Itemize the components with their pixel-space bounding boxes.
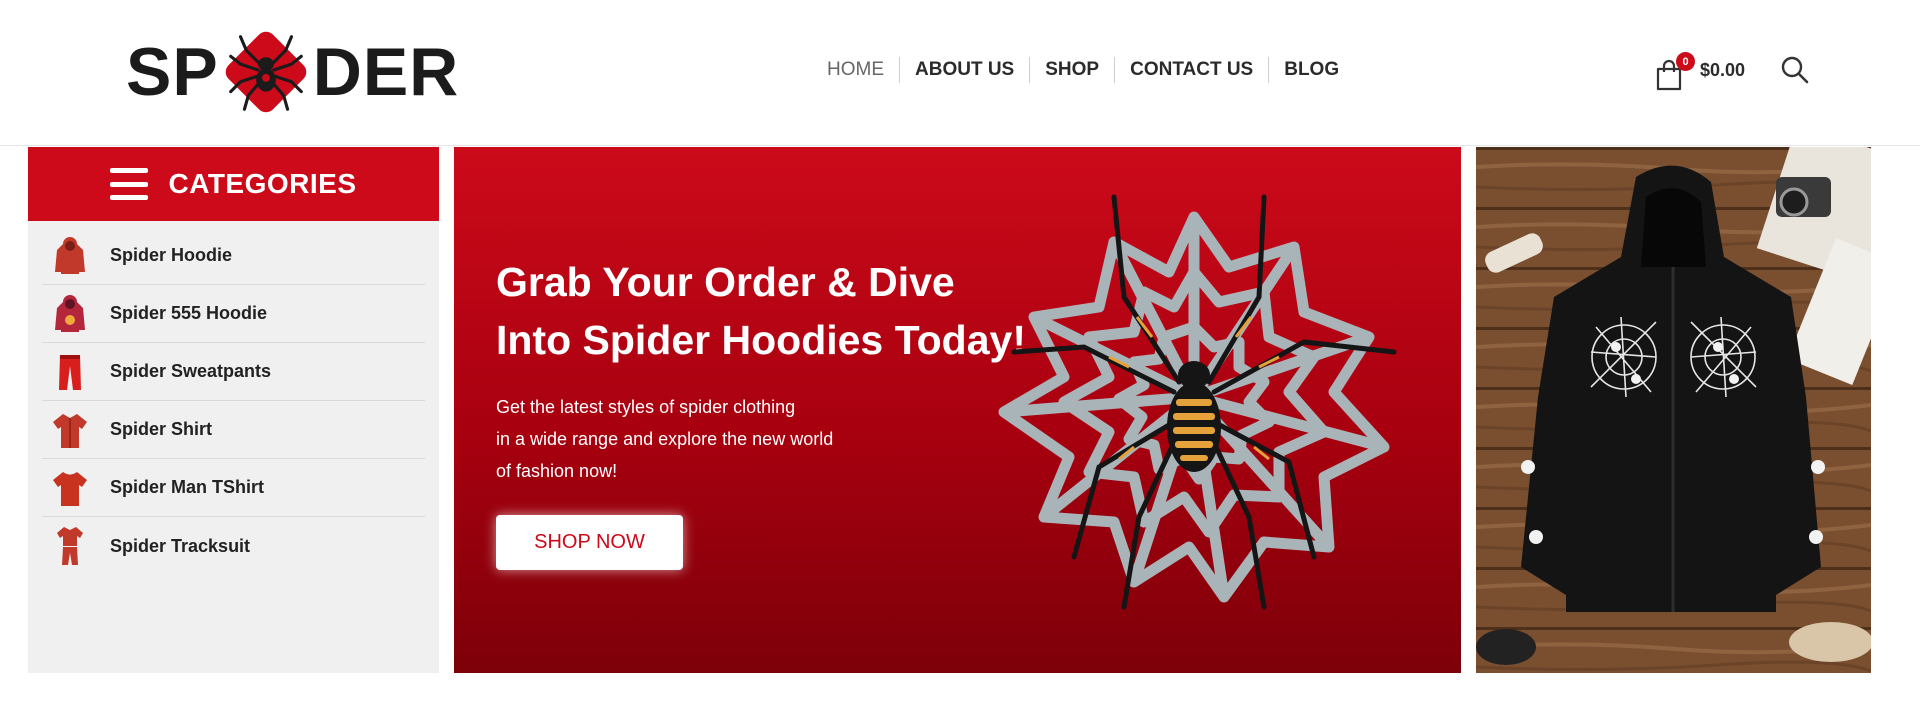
category-label: Spider 555 Hoodie (110, 303, 268, 323)
cart-count-badge: 0 (1676, 52, 1695, 71)
spider-web-illustration (998, 194, 1397, 610)
categories-list: Spider Hoodie Spider 555 Hoodie Spider S… (28, 227, 439, 575)
category-item-spider-man-tshirt[interactable]: Spider Man TShirt (42, 459, 425, 517)
spider-logo-icon (225, 31, 307, 113)
category-label: Spider Hoodie (110, 245, 233, 265)
hero-title-line1: Grab Your Order & Dive (496, 259, 955, 305)
sweatpants-icon (50, 351, 90, 393)
logo-text-right: DER (312, 34, 460, 110)
categories-header[interactable]: CATEGORIES (28, 147, 439, 221)
hamburger-menu-icon (110, 168, 149, 200)
nav-about-us[interactable]: ABOUT US (899, 57, 1029, 83)
shirt-icon (50, 409, 90, 451)
site-logo[interactable]: SP DER (126, 20, 459, 124)
tshirt-icon (50, 467, 90, 509)
category-item-spider-shirt[interactable]: Spider Shirt (42, 401, 425, 459)
logo-text-left: SP (126, 34, 219, 110)
category-label: Spider Man TShirt (110, 477, 265, 497)
category-item-spider-sweatpants[interactable]: Spider Sweatpants (42, 343, 425, 401)
categories-title: CATEGORIES (168, 168, 357, 199)
hero-title: Grab Your Order & Dive Into Spider Hoodi… (496, 253, 1056, 369)
cart-button[interactable]: 0 (1654, 52, 1695, 91)
category-item-spider-tracksuit[interactable]: Spider Tracksuit (42, 517, 425, 575)
category-label: Spider Shirt (110, 419, 213, 439)
hoodie-photo-illustration (1476, 147, 1871, 673)
hero-desc-line2: in a wide range and explore the new worl… (496, 429, 834, 449)
hero-banner: Grab Your Order & Dive Into Spider Hoodi… (454, 147, 1461, 673)
hoodie-product-image[interactable] (1476, 147, 1871, 673)
category-label: Spider Tracksuit (110, 535, 251, 556)
nav-home[interactable]: HOME (812, 57, 899, 83)
categories-panel: CATEGORIES Spider Hoodie Spider 555 Hood… (28, 147, 439, 673)
hoodie-555-icon (50, 293, 90, 335)
site-header: SP DER HOME ABOUT US SHOP CONTACT US BLO… (0, 0, 1920, 146)
nav-contact-us[interactable]: CONTACT US (1114, 57, 1268, 83)
main-nav: HOME ABOUT US SHOP CONTACT US BLOG (812, 52, 1354, 88)
header-actions: 0 $0.00 (1654, 50, 1811, 91)
search-icon (1781, 56, 1809, 84)
category-item-spider-555-hoodie[interactable]: Spider 555 Hoodie (42, 285, 425, 343)
hero-desc-line3: of fashion now! (496, 461, 618, 481)
hoodie-icon (50, 235, 90, 277)
nav-blog[interactable]: BLOG (1268, 57, 1354, 83)
tracksuit-icon (50, 525, 90, 567)
hero-title-line2: Into Spider Hoodies Today! (496, 317, 1026, 363)
nav-shop[interactable]: SHOP (1029, 57, 1114, 83)
category-item-spider-hoodie[interactable]: Spider Hoodie (42, 227, 425, 285)
hero-desc-line1: Get the latest styles of spider clothing (496, 397, 796, 417)
search-button[interactable] (1779, 54, 1811, 86)
shop-now-button[interactable]: SHOP NOW (496, 515, 683, 570)
category-label: Spider Sweatpants (110, 361, 272, 381)
hero-description: Get the latest styles of spider clothing… (496, 391, 886, 487)
cart-total: $0.00 (1700, 59, 1746, 80)
